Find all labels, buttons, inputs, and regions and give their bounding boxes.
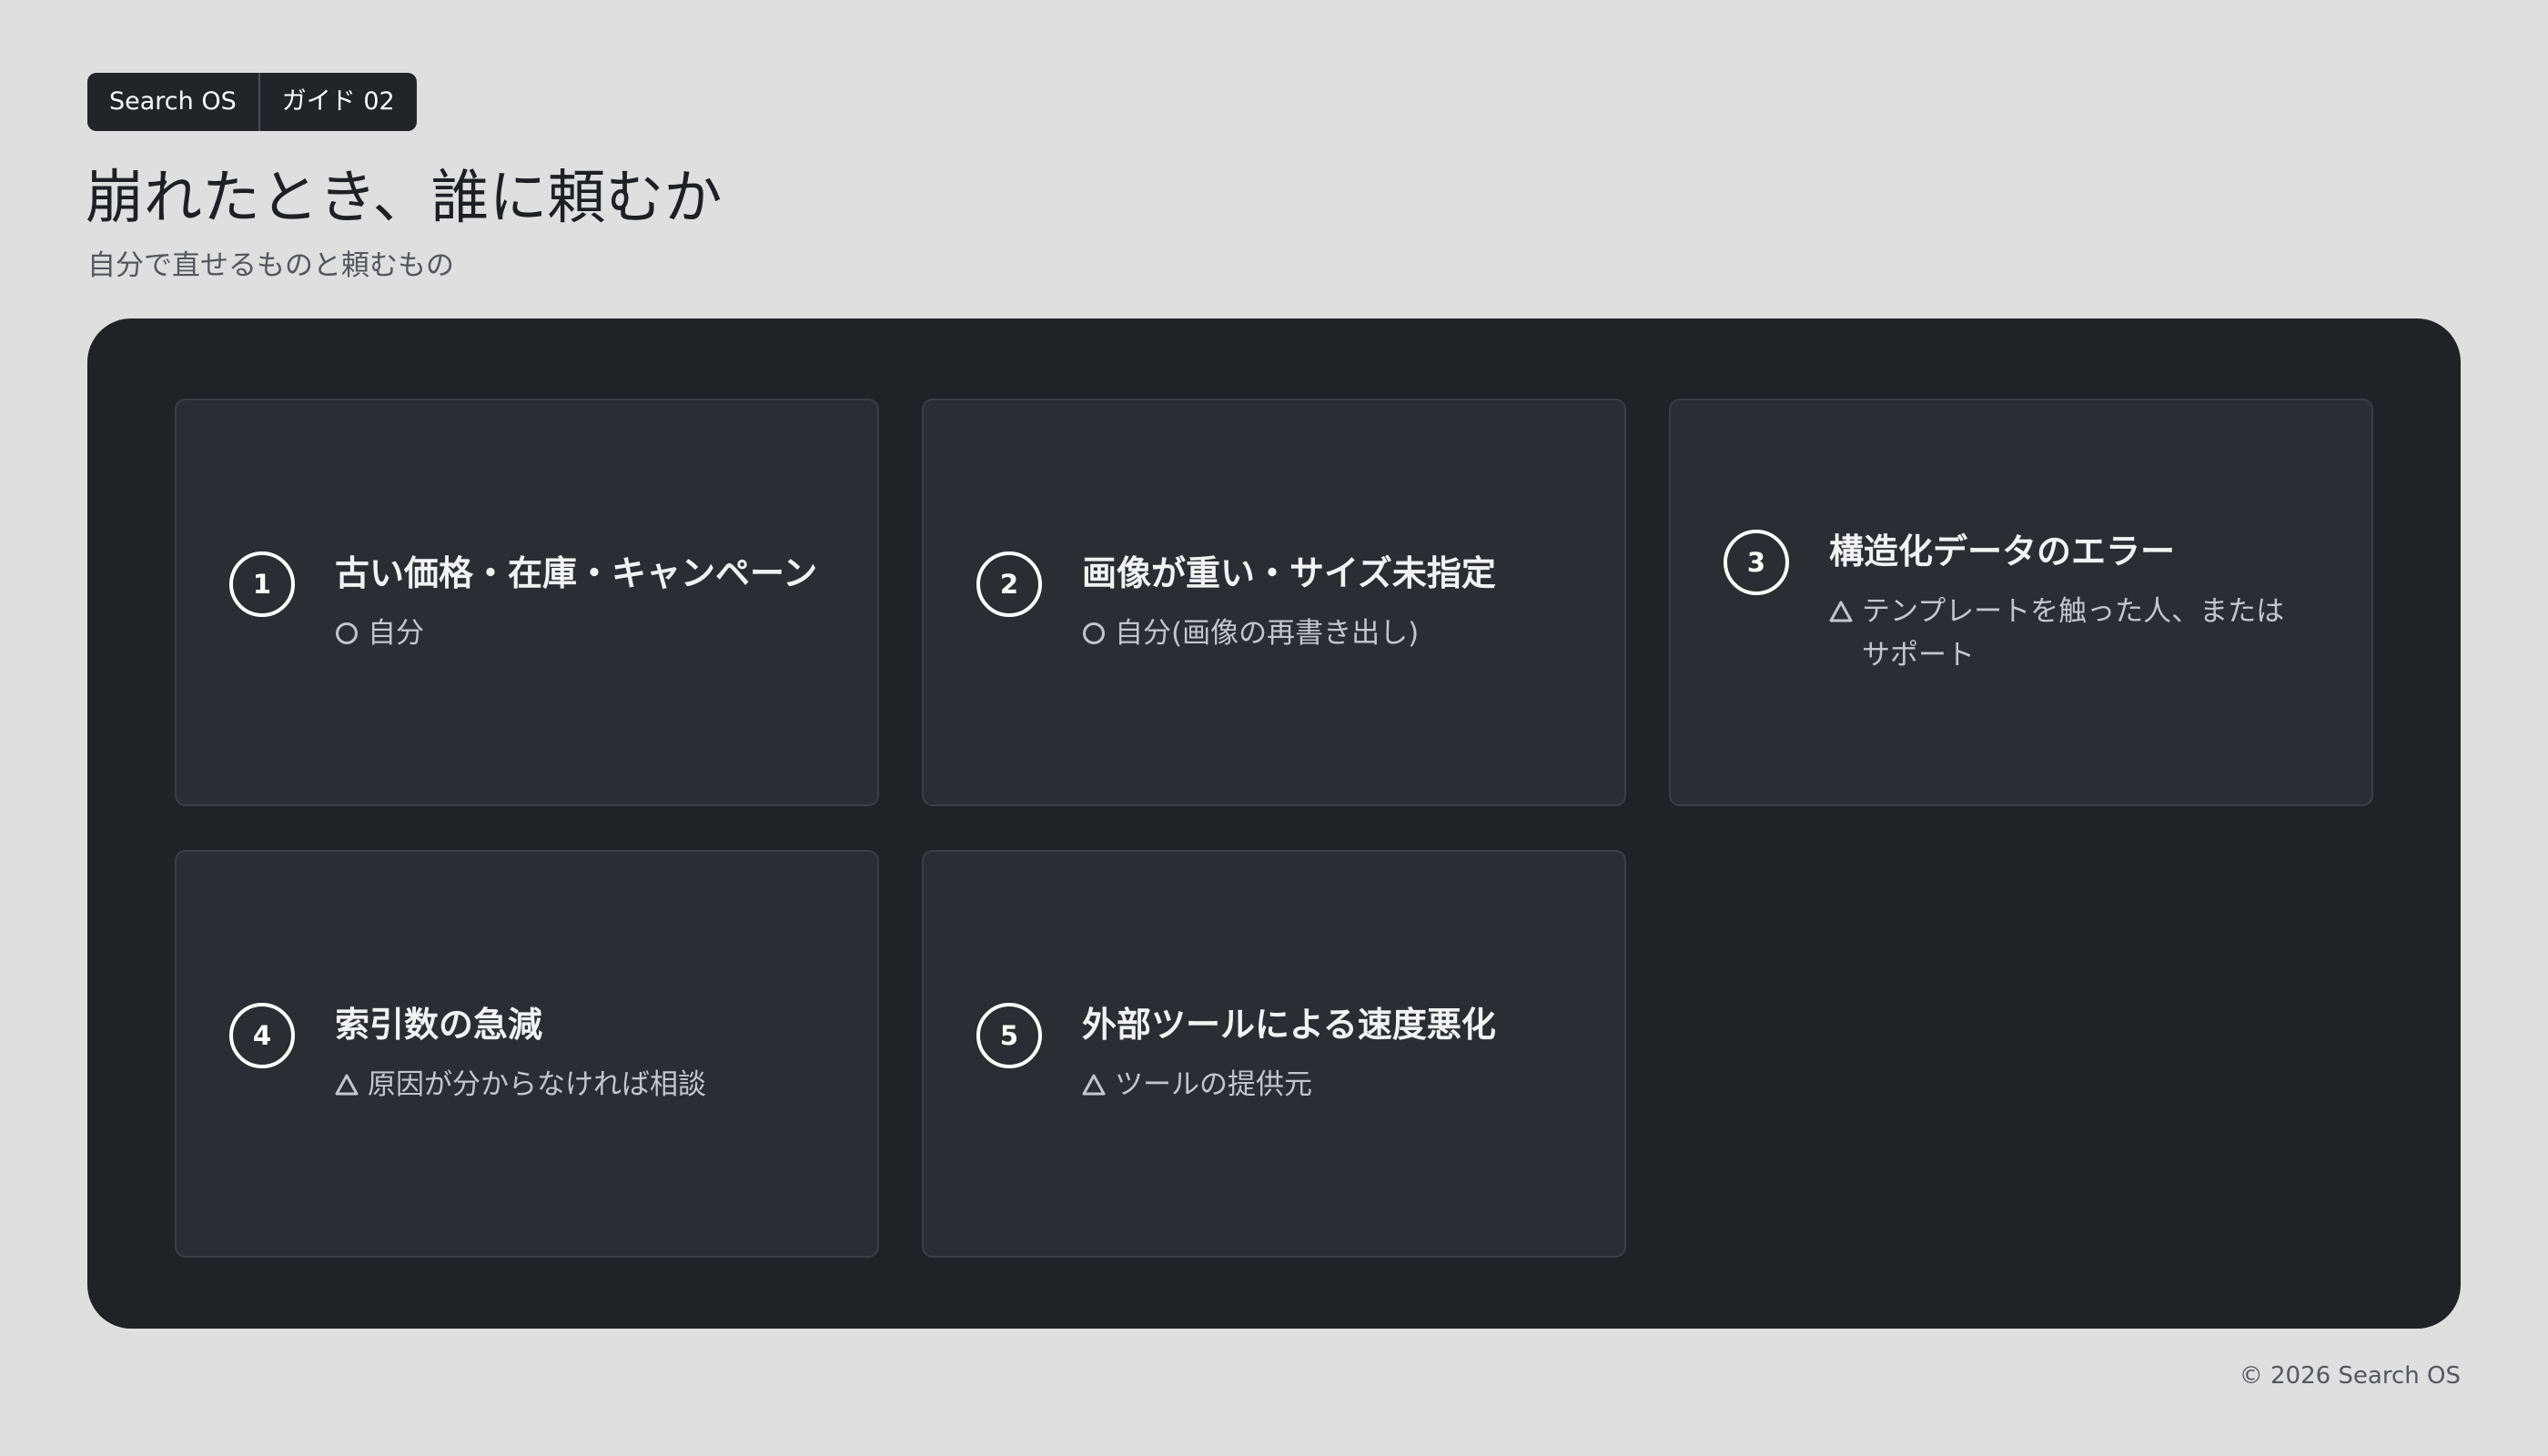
card-4: 4 索引数の急減 原因が分からなければ相談 <box>175 850 879 1258</box>
page-subtitle: 自分で直せるものと頼むもの <box>87 249 454 282</box>
card-desc: 自分(画像の再書き出し) <box>1115 617 1420 650</box>
number-badge: 1 <box>229 551 295 617</box>
circle-icon <box>335 622 359 645</box>
number-badge: 5 <box>976 1003 1042 1068</box>
number-badge: 2 <box>976 551 1042 617</box>
slide: Search OS ガイド 02 崩れたとき、誰に頼むか 自分で直せるものと頼む… <box>0 0 2548 1456</box>
card-title: 外部ツールによる速度悪化 <box>1082 1005 1496 1045</box>
triangle-icon <box>1082 1073 1106 1097</box>
card-title: 索引数の急減 <box>335 1005 543 1045</box>
card-1: 1 古い価格・在庫・キャンペーン 自分 <box>175 399 879 806</box>
card-5: 5 外部ツールによる速度悪化 ツールの提供元 <box>922 850 1626 1258</box>
copyright-footer: © 2026 Search OS <box>2239 1362 2461 1390</box>
card-desc: 原因が分からなければ相談 <box>368 1068 706 1101</box>
card-3: 3 構造化データのエラー テンプレートを触った人、またはサポート <box>1669 399 2373 806</box>
number-badge: 4 <box>229 1003 295 1068</box>
card-desc: 自分 <box>368 617 424 650</box>
page-title: 崩れたとき、誰に頼むか <box>86 165 723 232</box>
breadcrumb-app[interactable]: Search OS <box>87 73 258 131</box>
card-desc: テンプレートを触った人、またはサポート <box>1862 595 2285 672</box>
circle-icon <box>1082 622 1106 645</box>
card-title: 画像が重い・サイズ未指定 <box>1082 553 1496 593</box>
breadcrumb: Search OS ガイド 02 <box>87 73 417 131</box>
breadcrumb-section[interactable]: ガイド 02 <box>258 73 417 131</box>
card-title: 構造化データのエラー <box>1829 531 2176 571</box>
card-panel: 1 古い価格・在庫・キャンペーン 自分 2 画像が重い・サイズ未指定 自分(画像… <box>87 318 2461 1329</box>
triangle-icon <box>1829 600 1853 623</box>
triangle-icon <box>335 1073 359 1097</box>
card-2: 2 画像が重い・サイズ未指定 自分(画像の再書き出し) <box>922 399 1626 806</box>
number-badge: 3 <box>1724 530 1789 595</box>
card-desc: ツールの提供元 <box>1115 1068 1312 1101</box>
card-title: 古い価格・在庫・キャンペーン <box>335 553 818 593</box>
